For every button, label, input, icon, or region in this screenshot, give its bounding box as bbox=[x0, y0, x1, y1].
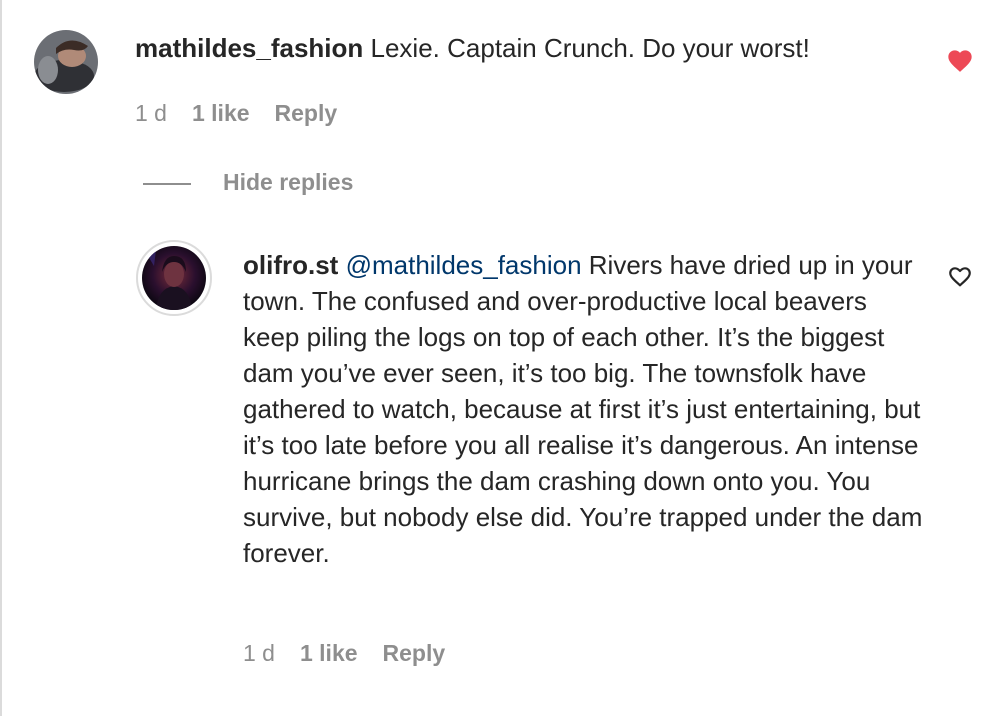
heart-filled-icon[interactable] bbox=[946, 47, 974, 73]
reply-timestamp: 1 d bbox=[243, 640, 275, 666]
reply-username[interactable]: olifro.st bbox=[243, 250, 338, 280]
comment-like-count[interactable]: 1 like bbox=[192, 100, 250, 127]
comment-username[interactable]: mathildes_fashion bbox=[135, 33, 363, 63]
reply-like-count[interactable]: 1 like bbox=[300, 640, 358, 667]
avatar-ring bbox=[136, 240, 212, 316]
comment-text: Lexie. Captain Crunch. Do your worst! bbox=[370, 33, 810, 63]
reply-mention-link[interactable]: @mathildes_fashion bbox=[346, 250, 582, 280]
reply-meta: 1 d 1 like Reply bbox=[243, 640, 445, 667]
hide-replies-line bbox=[143, 183, 191, 185]
hide-replies-button[interactable]: Hide replies bbox=[223, 169, 353, 196]
comment-reply-button[interactable]: Reply bbox=[275, 100, 338, 127]
comment-timestamp: 1 d bbox=[135, 100, 167, 126]
avatar-mathildes-fashion[interactable] bbox=[34, 30, 98, 94]
comment-body: mathildes_fashion Lexie. Captain Crunch.… bbox=[135, 30, 925, 66]
heart-outline-icon[interactable] bbox=[947, 264, 973, 288]
reply-text: Rivers have dried up in your town. The c… bbox=[243, 250, 923, 568]
reply-reply-button[interactable]: Reply bbox=[383, 640, 446, 667]
reply-body: olifro.st @mathildes_fashion Rivers have… bbox=[243, 247, 923, 571]
panel-border bbox=[0, 0, 2, 716]
comment-meta: 1 d 1 like Reply bbox=[135, 100, 337, 127]
avatar-olifro-st[interactable] bbox=[142, 246, 206, 310]
